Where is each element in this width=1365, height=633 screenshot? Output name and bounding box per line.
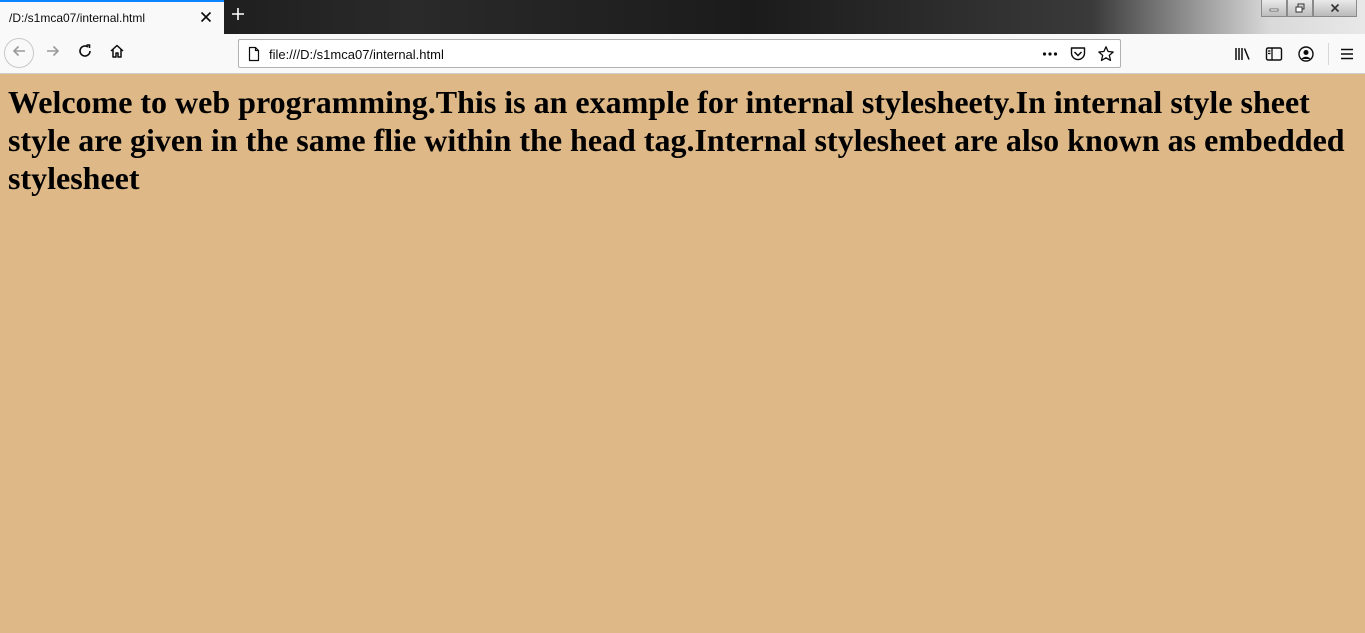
restore-button[interactable] (1287, 0, 1313, 17)
tab-title: /D:/s1mca07/internal.html (9, 11, 146, 25)
minimize-button[interactable] (1261, 0, 1287, 17)
sidebar-icon[interactable] (1264, 44, 1284, 64)
browser-window: /D:/s1mca07/internal.html file:///D:/s1m… (0, 0, 1365, 633)
window-controls (1261, 0, 1357, 17)
page-heading: Welcome to web programming.This is an ex… (8, 84, 1345, 196)
close-icon[interactable] (198, 9, 214, 25)
page-content: Welcome to web programming.This is an ex… (0, 74, 1365, 633)
active-tab[interactable]: /D:/s1mca07/internal.html (0, 0, 224, 34)
account-icon[interactable] (1296, 44, 1316, 64)
hamburger-menu-icon[interactable] (1337, 44, 1357, 64)
home-icon (109, 43, 125, 64)
window-close-button[interactable] (1313, 0, 1357, 17)
home-button[interactable] (102, 38, 132, 68)
reload-icon (77, 43, 93, 64)
navigation-toolbar: file:///D:/s1mca07/internal.html (0, 34, 1365, 74)
back-button[interactable] (4, 38, 34, 68)
page-icon (246, 46, 262, 62)
pocket-icon[interactable] (1069, 45, 1087, 63)
star-icon[interactable] (1097, 45, 1115, 63)
url-bar[interactable]: file:///D:/s1mca07/internal.html (238, 39, 1121, 68)
forward-button[interactable] (38, 38, 68, 68)
tab-strip: /D:/s1mca07/internal.html (0, 0, 1365, 34)
arrow-right-icon (45, 43, 61, 64)
reload-button[interactable] (70, 38, 100, 68)
arrow-left-icon (11, 43, 27, 64)
more-horizontal-icon[interactable] (1041, 45, 1059, 63)
toolbar-separator (1328, 43, 1329, 65)
library-icon[interactable] (1233, 44, 1253, 64)
plus-icon[interactable] (230, 6, 246, 22)
url-text[interactable]: file:///D:/s1mca07/internal.html (269, 47, 444, 62)
